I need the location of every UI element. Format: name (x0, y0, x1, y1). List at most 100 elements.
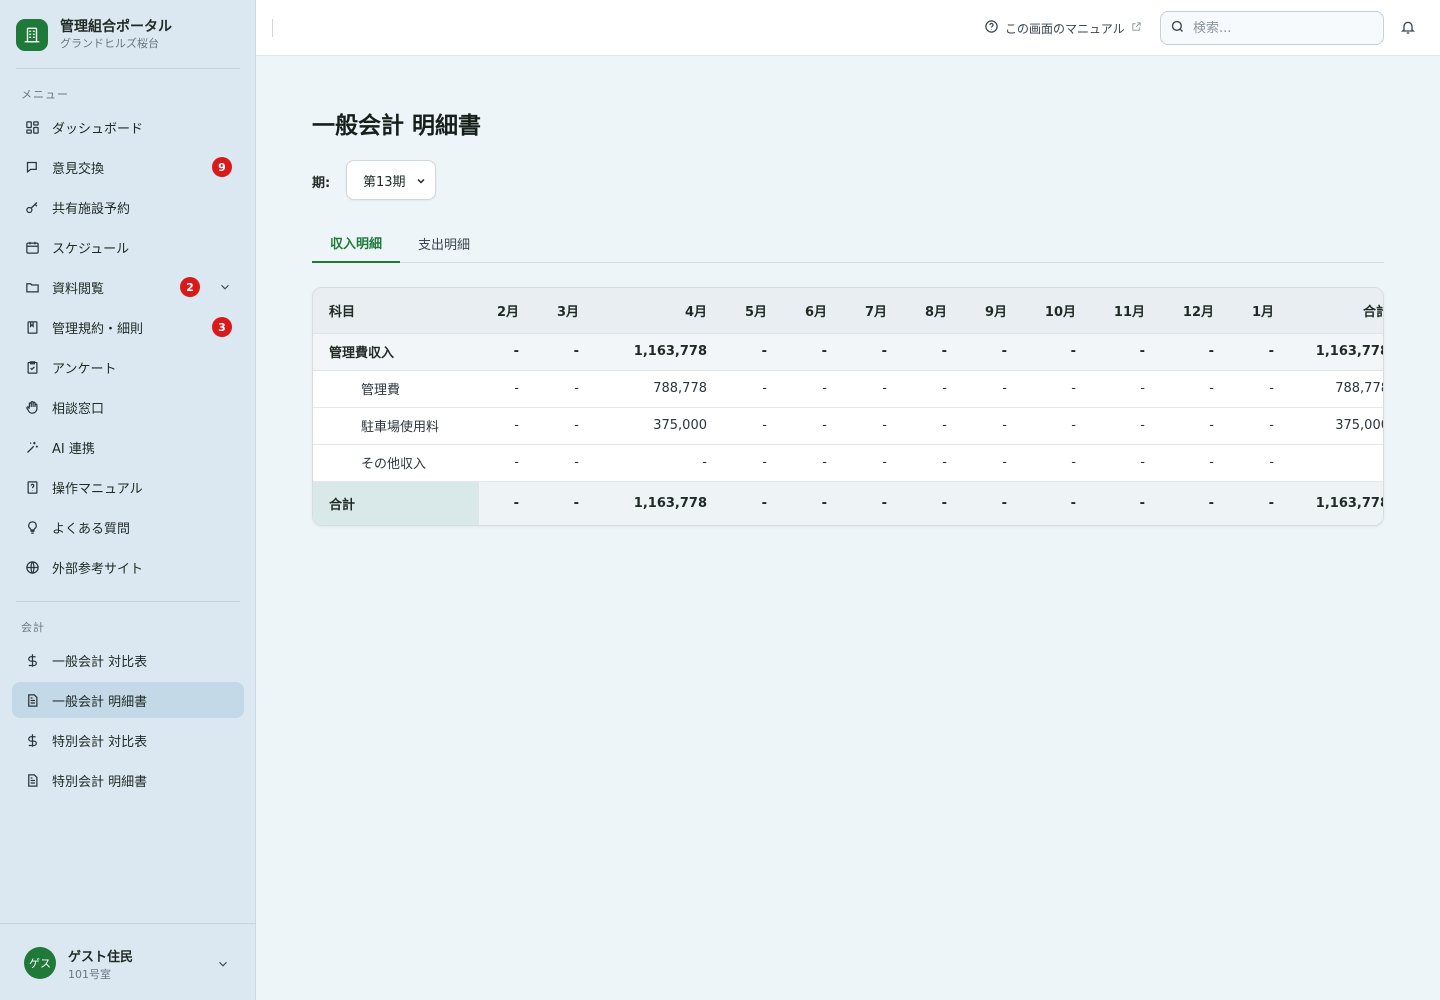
amount-cell: - (1023, 407, 1092, 445)
chat-icon (24, 159, 40, 175)
period-select[interactable]: 第13期 (346, 160, 436, 200)
clipboard-icon (24, 359, 40, 375)
user-menu[interactable]: ゲス ゲスト住民 101号室 (0, 923, 256, 1000)
tab-expense-details[interactable]: 支出明細 (400, 224, 488, 263)
column-header: 科目 (313, 288, 479, 334)
dashboard-icon (24, 119, 40, 135)
amount-cell: - (513, 496, 519, 512)
column-header: 7月 (843, 288, 903, 334)
screen-manual-link[interactable]: この画面のマニュアル (984, 19, 1142, 37)
divider (16, 68, 240, 69)
amount-cell: - (1230, 444, 1290, 482)
table-row: その他収入------------- (313, 444, 1383, 482)
account-name-cell: 合計 (313, 481, 479, 525)
menu-section-label: メニュー (21, 88, 69, 101)
notification-badge: 3 (212, 317, 232, 337)
amount-cell: - (535, 407, 595, 445)
calendar-icon (24, 239, 40, 255)
document-icon (24, 692, 40, 708)
sidebar-item-label: スケジュール (52, 241, 130, 257)
manual-icon (24, 479, 40, 495)
amount-cell: - (1208, 496, 1214, 512)
amount-cell: - (903, 444, 963, 482)
sidebar-item-special-statement[interactable]: 特別会計 明細書 (12, 762, 244, 798)
sidebar-item-survey[interactable]: アンケート (12, 349, 244, 385)
sidebar-item-label: 一般会計 対比表 (52, 654, 148, 670)
chevron-down-icon (415, 175, 427, 191)
sidebar-item-general-comparison[interactable]: 一般会計 対比表 (12, 642, 244, 678)
chevron-down-icon[interactable] (218, 279, 232, 298)
column-header: 1月 (1230, 288, 1290, 334)
amount-cell: - (1092, 370, 1161, 408)
sidebar-item-documents[interactable]: 資料閲覧 2 (12, 269, 244, 305)
building-icon (16, 18, 48, 51)
amount-cell: - (1230, 407, 1290, 445)
amount-cell: - (1161, 370, 1230, 408)
amount-cell: - (1092, 407, 1161, 445)
amount-cell: 1,163,778 (633, 496, 707, 512)
sidebar-item-manual[interactable]: 操作マニュアル (12, 469, 244, 505)
brand[interactable]: 管理組合ポータル グランドヒルズ桜台 (16, 18, 172, 51)
document-icon (24, 772, 40, 788)
amount-cell: - (1092, 444, 1161, 482)
amount-cell: - (903, 333, 963, 371)
amount-cell: 1,163,778 (1315, 496, 1384, 512)
notification-badge: 9 (212, 157, 232, 177)
amount-cell: - (1230, 370, 1290, 408)
accounting-section-label: 会計 (21, 621, 45, 634)
sidebar-item-bylaws[interactable]: 管理規約・細則 3 (12, 309, 244, 345)
amount-cell: - (903, 407, 963, 445)
sidebar-item-external[interactable]: 外部参考サイト (12, 549, 244, 585)
sidebar-item-ai[interactable]: AI 連携 (12, 429, 244, 465)
search-input[interactable] (1193, 20, 1373, 36)
search-box[interactable] (1160, 11, 1384, 45)
sidebar-item-discussion[interactable]: 意見交換 9 (12, 149, 244, 185)
column-header: 2月 (479, 288, 535, 334)
amount-cell: - (963, 407, 1023, 445)
amount-cell: - (783, 333, 843, 371)
sidebar-item-label: 相談窓口 (52, 401, 105, 417)
dollar-icon (24, 652, 40, 668)
screen-manual-label: この画面のマニュアル (1005, 21, 1125, 36)
sidebar-item-facility[interactable]: 共有施設予約 (12, 189, 244, 225)
amount-cell: - (1230, 333, 1290, 371)
user-room: 101号室 (68, 968, 111, 981)
amount-cell: - (723, 407, 783, 445)
sidebar-item-label: 意見交換 (52, 161, 105, 177)
notification-badge: 2 (180, 277, 200, 297)
sidebar-item-special-comparison[interactable]: 特別会計 対比表 (12, 722, 244, 758)
amount-cell: - (535, 370, 595, 408)
amount-cell: - (573, 496, 579, 512)
account-name-cell: 駐車場使用料 (313, 407, 479, 445)
amount-cell: - (479, 370, 535, 408)
amount-cell: 1,163,778 (595, 333, 723, 371)
help-circle-icon (984, 19, 999, 37)
amount-cell: 375,000 (1290, 407, 1383, 445)
sidebar-item-label: よくある質問 (52, 521, 131, 537)
column-header: 11月 (1092, 288, 1161, 334)
chevron-down-icon[interactable] (216, 956, 230, 975)
sidebar-item-schedule[interactable]: スケジュール (12, 229, 244, 265)
amount-cell: - (843, 407, 903, 445)
table-header-row: 科目2月3月4月5月6月7月8月9月10月11月12月1月合計 (313, 288, 1383, 334)
sidebar-item-general-statement[interactable]: 一般会計 明細書 (12, 682, 244, 718)
amount-cell: - (821, 496, 827, 512)
amount-cell: - (535, 444, 595, 482)
column-header: 9月 (963, 288, 1023, 334)
sidebar-item-faq[interactable]: よくある質問 (12, 509, 244, 545)
page-title: 一般会計 明細書 (312, 113, 482, 139)
tab-income-details[interactable]: 収入明細 (312, 224, 400, 263)
bell-icon[interactable] (1400, 19, 1416, 39)
lightbulb-icon (24, 519, 40, 535)
sidebar-item-label: 操作マニュアル (52, 481, 143, 497)
search-icon (1170, 19, 1185, 38)
column-header: 5月 (723, 288, 783, 334)
folder-icon (24, 279, 40, 295)
column-header: 合計 (1290, 288, 1383, 334)
sidebar-item-dashboard[interactable]: ダッシュボード (12, 109, 244, 145)
sidebar-item-consultation[interactable]: 相談窓口 (12, 389, 244, 425)
statement-table: 科目2月3月4月5月6月7月8月9月10月11月12月1月合計 管理費収入--1… (313, 288, 1384, 525)
amount-cell: - (1092, 333, 1161, 371)
amount-cell: - (723, 333, 783, 371)
amount-cell: 788,778 (595, 370, 723, 408)
